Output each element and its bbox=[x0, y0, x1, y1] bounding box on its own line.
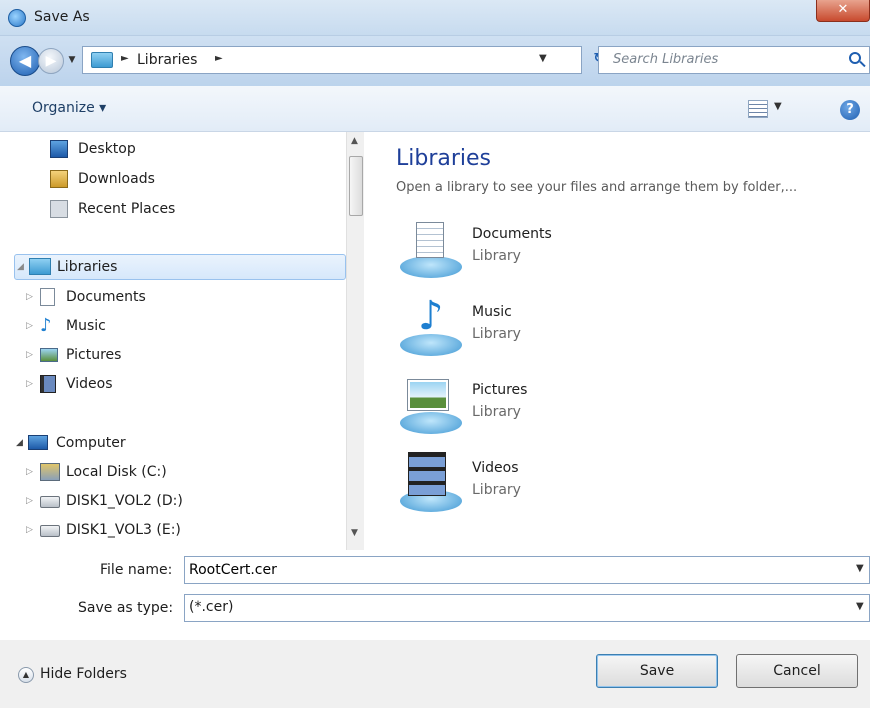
help-icon[interactable]: ? bbox=[840, 100, 860, 120]
nav-item-downloads[interactable]: Downloads bbox=[50, 166, 330, 192]
music-library-icon: ♪ bbox=[396, 296, 464, 360]
organize-button[interactable]: Organize ▾ bbox=[32, 100, 106, 116]
filename-input[interactable] bbox=[184, 556, 870, 584]
save-form: File name: ▼ Save as type: (*.cer) ▼ bbox=[0, 550, 870, 640]
nav-item-pictures[interactable]: ▷ Pictures bbox=[26, 342, 326, 368]
cancel-button[interactable]: Cancel bbox=[736, 654, 858, 688]
change-view-icon[interactable] bbox=[748, 100, 768, 118]
videos-icon bbox=[40, 375, 56, 393]
collapsed-arrow-icon[interactable]: ▷ bbox=[26, 371, 33, 397]
back-button[interactable]: ◀ bbox=[10, 46, 40, 76]
navigation-pane: Desktop Downloads Recent Places ◢ Librar… bbox=[0, 132, 366, 550]
address-dropdown[interactable]: ▼ bbox=[539, 53, 547, 64]
nav-scrollbar[interactable]: ▲ ▼ bbox=[346, 132, 364, 550]
library-documents[interactable]: Documents Library bbox=[396, 218, 696, 288]
content-pane: Libraries Open a library to see your fil… bbox=[366, 132, 870, 550]
nav-item-music[interactable]: ▷ ♪ Music bbox=[26, 313, 326, 339]
scroll-down-arrow-icon[interactable]: ▼ bbox=[351, 528, 358, 538]
collapsed-arrow-icon[interactable]: ▷ bbox=[26, 488, 33, 514]
filename-dropdown-arrow[interactable]: ▼ bbox=[856, 563, 864, 574]
app-icon bbox=[8, 9, 26, 27]
nav-item-computer[interactable]: ◢ Computer bbox=[14, 430, 326, 456]
local-disk-icon bbox=[40, 463, 60, 481]
nav-item-libraries[interactable]: ◢ Libraries bbox=[14, 254, 346, 280]
libraries-icon bbox=[29, 258, 51, 275]
expand-arrow-icon[interactable]: ◢ bbox=[17, 255, 24, 279]
pictures-icon bbox=[40, 348, 58, 362]
scrollbar-thumb[interactable] bbox=[349, 156, 363, 216]
forward-button[interactable]: ▶ bbox=[38, 48, 64, 74]
title-bar: Save As ✕ bbox=[0, 0, 870, 36]
recent-places-icon bbox=[50, 200, 68, 218]
window-title: Save As bbox=[34, 9, 90, 25]
documents-library-icon bbox=[396, 218, 464, 282]
music-icon: ♪ bbox=[40, 315, 52, 336]
drive-icon bbox=[40, 525, 60, 537]
videos-library-icon bbox=[396, 452, 464, 516]
savetype-label: Save as type: bbox=[78, 600, 174, 616]
search-box[interactable] bbox=[598, 46, 870, 74]
save-button[interactable]: Save bbox=[596, 654, 718, 688]
collapsed-arrow-icon[interactable]: ▷ bbox=[26, 284, 33, 310]
collapsed-arrow-icon[interactable]: ▷ bbox=[26, 459, 33, 485]
close-button[interactable]: ✕ bbox=[816, 0, 870, 22]
downloads-icon bbox=[50, 170, 68, 188]
nav-item-local-disk-c[interactable]: ▷ Local Disk (C:) bbox=[26, 459, 326, 485]
address-bar[interactable]: ► Libraries ► ▼ bbox=[82, 46, 582, 74]
recent-pages-dropdown[interactable]: ▼ bbox=[66, 54, 78, 66]
desktop-icon bbox=[50, 140, 68, 158]
breadcrumb-separator[interactable]: ► bbox=[215, 53, 223, 64]
expand-arrow-icon[interactable]: ◢ bbox=[16, 430, 23, 456]
libraries-description: Open a library to see your files and arr… bbox=[396, 180, 798, 195]
search-input[interactable] bbox=[611, 51, 831, 68]
computer-icon bbox=[28, 435, 48, 450]
nav-item-documents[interactable]: ▷ Documents bbox=[26, 284, 326, 310]
breadcrumb-libraries[interactable]: Libraries bbox=[137, 52, 197, 68]
view-options-dropdown[interactable]: ▼ bbox=[774, 101, 782, 112]
library-pictures[interactable]: Pictures Library bbox=[396, 374, 696, 444]
nav-item-recent-places[interactable]: Recent Places bbox=[50, 196, 330, 222]
savetype-dropdown-arrow[interactable]: ▼ bbox=[856, 601, 864, 612]
collapsed-arrow-icon[interactable]: ▷ bbox=[26, 342, 33, 368]
library-videos[interactable]: Videos Library bbox=[396, 452, 696, 522]
breadcrumb-separator[interactable]: ► bbox=[121, 53, 129, 64]
libraries-heading: Libraries bbox=[396, 146, 492, 171]
nav-item-disk1-vol3[interactable]: ▷ DISK1_VOL3 (E:) bbox=[26, 517, 326, 543]
search-icon[interactable] bbox=[849, 52, 861, 64]
library-music[interactable]: ♪ Music Library bbox=[396, 296, 696, 366]
scroll-up-arrow-icon[interactable]: ▲ bbox=[351, 136, 358, 146]
toolbar: Organize ▾ ▼ ? bbox=[0, 86, 870, 132]
dialog-footer: ▲ Hide Folders Save Cancel bbox=[0, 640, 870, 708]
drive-icon bbox=[40, 496, 60, 508]
nav-item-videos[interactable]: ▷ Videos bbox=[26, 371, 326, 397]
pictures-library-icon bbox=[396, 374, 464, 438]
collapsed-arrow-icon[interactable]: ▷ bbox=[26, 517, 33, 543]
filename-label: File name: bbox=[100, 562, 173, 578]
collapse-icon: ▲ bbox=[18, 667, 34, 683]
collapsed-arrow-icon[interactable]: ▷ bbox=[26, 313, 33, 339]
libraries-icon bbox=[91, 52, 113, 68]
nav-item-disk1-vol2[interactable]: ▷ DISK1_VOL2 (D:) bbox=[26, 488, 326, 514]
savetype-select[interactable]: (*.cer) bbox=[184, 594, 870, 622]
nav-item-desktop[interactable]: Desktop bbox=[50, 136, 330, 162]
documents-icon bbox=[40, 288, 55, 306]
address-row: ◀ ▶ ▼ ► Libraries ► ▼ ↻ bbox=[0, 36, 870, 86]
